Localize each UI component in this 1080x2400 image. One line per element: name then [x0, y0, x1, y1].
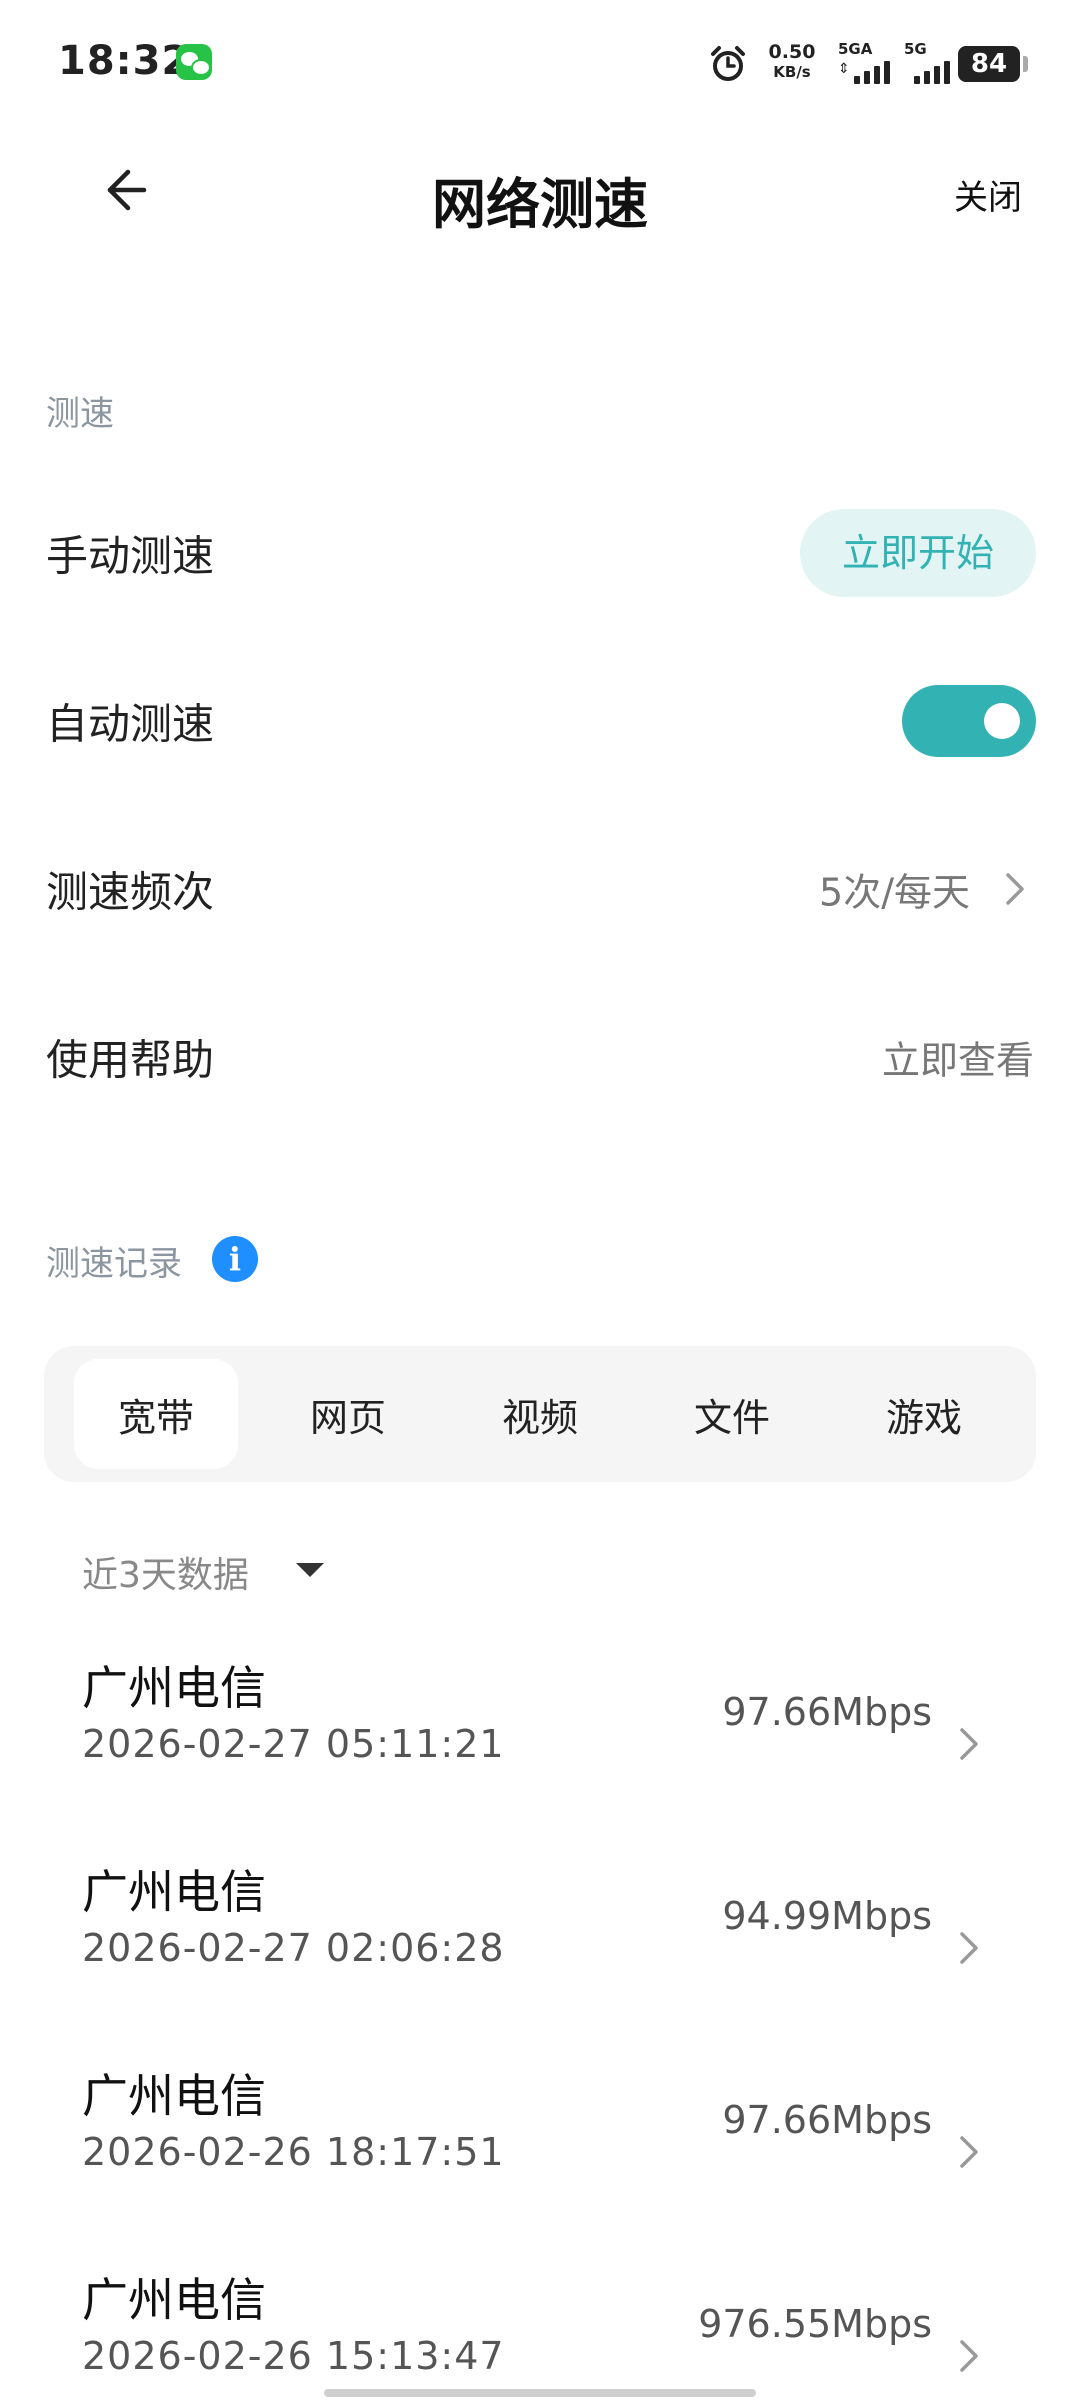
close-button[interactable]: 关闭 [954, 170, 1022, 219]
signal-bars-icon [854, 61, 890, 84]
record-time: 2026-02-26 18:17:51 [82, 2130, 505, 2174]
frequency-row[interactable]: 测速频次 5次/每天 [0, 814, 1080, 964]
record-speed: 976.55Mbps [698, 2302, 932, 2346]
status-time: 18:32 [58, 38, 191, 84]
record-isp: 广州电信 [82, 1865, 266, 1919]
auto-speedtest-toggle[interactable] [902, 685, 1036, 757]
manual-speedtest-title: 手动测速 [46, 531, 215, 581]
record-isp: 广州电信 [82, 2069, 266, 2123]
network-speed: 0.50 KB/s [762, 42, 822, 82]
record-tabs: 宽带 网页 视频 文件 游戏 [44, 1346, 1036, 1482]
sim1-label: 5GA [838, 40, 873, 58]
header: 网络测速 关闭 [0, 130, 1080, 250]
record-speed: 94.99Mbps [722, 1894, 932, 1938]
wechat-icon [176, 44, 212, 80]
record-speed: 97.66Mbps [722, 1690, 932, 1734]
start-now-button[interactable]: 立即开始 [800, 509, 1036, 597]
data-arrows-icon: ⇕ [838, 61, 850, 77]
alarm-clock-icon [711, 46, 745, 81]
record-item[interactable]: 广州电信 2026-02-27 05:11:21 97.66Mbps [0, 1652, 1080, 1856]
record-item[interactable]: 广州电信 2026-02-27 02:06:28 94.99Mbps [0, 1856, 1080, 2060]
tab-game[interactable]: 游戏 [842, 1359, 1006, 1469]
help-row[interactable]: 使用帮助 立即查看 [0, 982, 1080, 1132]
sim1-signal: 5GA ⇕ [838, 40, 898, 84]
section-label-speedtest: 测速 [46, 394, 114, 434]
chevron-right-icon [1006, 873, 1024, 905]
frequency-value: 5次/每天 [819, 870, 970, 915]
frequency-title: 测速频次 [46, 867, 215, 917]
sim2-signal: 5G [904, 40, 954, 84]
chevron-right-icon [960, 1728, 978, 1760]
record-isp: 广州电信 [82, 1661, 266, 1715]
record-isp: 广州电信 [82, 2273, 266, 2327]
signal-bars-icon [914, 61, 950, 84]
chevron-right-icon [960, 1932, 978, 1964]
tab-webpage[interactable]: 网页 [266, 1359, 430, 1469]
tab-file[interactable]: 文件 [650, 1359, 814, 1469]
help-view-link[interactable]: 立即查看 [882, 1030, 1034, 1085]
auto-speedtest-title: 自动测速 [46, 699, 215, 749]
network-speed-value: 0.50 [768, 41, 816, 63]
record-speed: 97.66Mbps [722, 2098, 932, 2142]
manual-speedtest-row: 手动测速 立即开始 [0, 478, 1080, 628]
record-time: 2026-02-26 15:13:47 [82, 2334, 505, 2378]
caret-down-icon[interactable] [296, 1563, 324, 1577]
toggle-knob [984, 703, 1020, 739]
record-time: 2026-02-27 02:06:28 [82, 1926, 505, 1970]
date-range-filter[interactable]: 近3天数据 [82, 1546, 249, 1598]
battery-indicator: 84 [958, 46, 1028, 82]
info-icon[interactable]: i [212, 1236, 258, 1282]
record-item[interactable]: 广州电信 2026-02-26 15:13:47 976.55Mbps [0, 2264, 1080, 2400]
screen: 18:32 0.50 KB/s 5GA ⇕ 5G 84 网络测速 关闭 测速 手… [0, 0, 1080, 2400]
auto-speedtest-row: 自动测速 [0, 646, 1080, 796]
network-speed-unit: KB/s [773, 63, 811, 81]
status-bar: 18:32 0.50 KB/s 5GA ⇕ 5G 84 [0, 0, 1080, 130]
chevron-right-icon [960, 2136, 978, 2168]
help-title: 使用帮助 [46, 1035, 215, 1085]
page-title: 网络测速 [432, 173, 648, 236]
tab-video[interactable]: 视频 [458, 1359, 622, 1469]
chevron-right-icon [960, 2340, 978, 2372]
sim2-label: 5G [904, 40, 927, 58]
record-time: 2026-02-27 05:11:21 [82, 1722, 505, 1766]
tab-broadband[interactable]: 宽带 [74, 1359, 238, 1469]
section-label-records: 测速记录 [46, 1244, 182, 1284]
home-indicator[interactable] [324, 2389, 756, 2397]
record-item[interactable]: 广州电信 2026-02-26 18:17:51 97.66Mbps [0, 2060, 1080, 2264]
